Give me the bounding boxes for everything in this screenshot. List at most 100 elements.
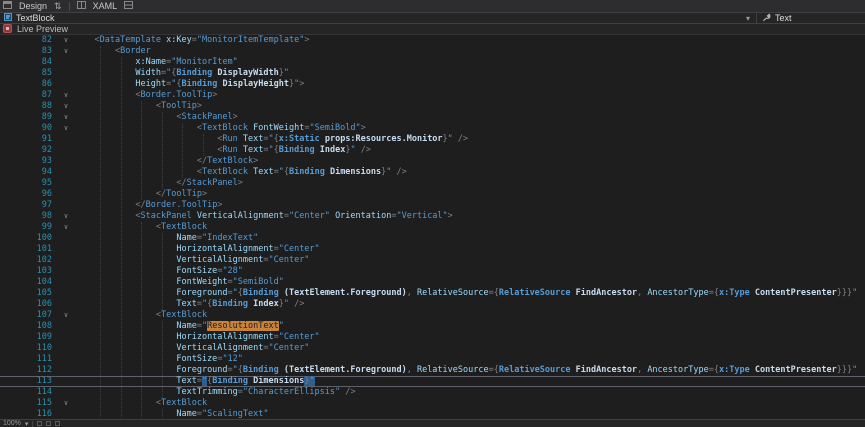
code-line[interactable]: 85 Width="{Binding DisplayWidth}" xyxy=(0,68,865,79)
fold-chevron-icon[interactable]: ∨ xyxy=(58,211,74,222)
code-line[interactable]: 91 <Run Text="{x:Static props:Resources.… xyxy=(0,134,865,145)
code-text: <Border.ToolTip> xyxy=(74,90,865,101)
code-line[interactable]: 102 VerticalAlignment="Center" xyxy=(0,255,865,266)
line-number: 100 xyxy=(0,233,58,244)
code-line[interactable]: 107∨ <TextBlock xyxy=(0,310,865,321)
line-number: 103 xyxy=(0,266,58,277)
line-number: 108 xyxy=(0,321,58,332)
code-line[interactable]: 82∨ <DataTemplate x:Key="MonitorItemTemp… xyxy=(0,35,865,46)
code-text: <TextBlock Text="{Binding Dimensions}" /… xyxy=(74,167,865,178)
navigation-bar: TextBlock ▾ Text xyxy=(0,13,865,24)
code-text: Foreground="{Binding (TextElement.Foregr… xyxy=(74,288,865,299)
fold-chevron-icon[interactable]: ∨ xyxy=(58,35,74,46)
code-line[interactable]: 110 VerticalAlignment="Center" xyxy=(0,343,865,354)
line-number: 110 xyxy=(0,343,58,354)
line-number: 116 xyxy=(0,409,58,419)
code-line[interactable]: 93 </TextBlock> xyxy=(0,156,865,167)
swap-panes-icon[interactable]: ⇅ xyxy=(54,1,62,12)
line-number: 90 xyxy=(0,123,58,134)
code-line[interactable]: 88∨ <ToolTip> xyxy=(0,101,865,112)
fold-margin xyxy=(58,145,74,156)
code-text: x:Name="MonitorItem" xyxy=(74,57,865,68)
code-text: <Border xyxy=(74,46,865,57)
fold-chevron-icon[interactable]: ∨ xyxy=(58,398,74,409)
line-number: 109 xyxy=(0,332,58,343)
code-line[interactable]: 86 Height="{Binding DisplayHeight}"> xyxy=(0,79,865,90)
code-line[interactable]: 98∨ <StackPanel VerticalAlignment="Cente… xyxy=(0,211,865,222)
code-line[interactable]: 90∨ <TextBlock FontWeight="SemiBold"> xyxy=(0,123,865,134)
design-tab[interactable]: Design xyxy=(17,1,49,11)
code-line[interactable]: 96 </ToolTip> xyxy=(0,189,865,200)
wrench-icon xyxy=(762,13,771,24)
fold-margin xyxy=(58,409,74,419)
member-dropdown[interactable]: Text xyxy=(757,13,865,23)
code-text: FontSize="28" xyxy=(74,266,865,277)
code-line[interactable]: 116 Name="ScalingText" xyxy=(0,409,865,419)
line-number: 114 xyxy=(0,387,58,398)
code-line[interactable]: 109 HorizontalAlignment="Center" xyxy=(0,332,865,343)
line-number: 101 xyxy=(0,244,58,255)
code-line[interactable]: 111 FontSize="12" xyxy=(0,354,865,365)
code-line[interactable]: 101 HorizontalAlignment="Center" xyxy=(0,244,865,255)
code-text: <TextBlock xyxy=(74,222,865,233)
element-dropdown[interactable]: TextBlock ▾ xyxy=(0,13,757,23)
statusbar: 100% ▾ xyxy=(0,419,865,427)
code-line[interactable]: 100 Name="IndexText" xyxy=(0,233,865,244)
line-number: 112 xyxy=(0,365,58,376)
divider xyxy=(69,2,70,11)
statusbar-icon[interactable] xyxy=(46,421,51,426)
code-line[interactable]: 89∨ <StackPanel> xyxy=(0,112,865,123)
code-line[interactable]: 92 <Run Text="{Binding Index}" /> xyxy=(0,145,865,156)
fold-margin xyxy=(58,343,74,354)
line-number: 91 xyxy=(0,134,58,145)
fold-chevron-icon[interactable]: ∨ xyxy=(58,46,74,57)
code-text: <TextBlock xyxy=(74,398,865,409)
line-number: 104 xyxy=(0,277,58,288)
fold-chevron-icon[interactable]: ∨ xyxy=(58,222,74,233)
code-text: <TextBlock FontWeight="SemiBold"> xyxy=(74,123,865,134)
code-line[interactable]: 97 </Border.ToolTip> xyxy=(0,200,865,211)
chevron-down-icon: ▾ xyxy=(746,14,752,23)
code-line[interactable]: 95 </StackPanel> xyxy=(0,178,865,189)
zoom-chevron-icon[interactable]: ▾ xyxy=(25,420,29,427)
code-line[interactable]: 83∨ <Border xyxy=(0,46,865,57)
code-line[interactable]: 115∨ <TextBlock xyxy=(0,398,865,409)
fold-margin xyxy=(58,266,74,277)
member-dropdown-label: Text xyxy=(775,13,792,23)
live-preview-label[interactable]: Live Preview xyxy=(17,24,68,34)
fold-margin xyxy=(58,277,74,288)
fold-chevron-icon[interactable]: ∨ xyxy=(58,101,74,112)
code-line[interactable]: 113 Text="{Binding Dimensions}" xyxy=(0,376,865,387)
fold-margin xyxy=(58,365,74,376)
code-line[interactable]: 104 FontWeight="SemiBold" xyxy=(0,277,865,288)
code-line[interactable]: 84 x:Name="MonitorItem" xyxy=(0,57,865,68)
code-line[interactable]: 105 Foreground="{Binding (TextElement.Fo… xyxy=(0,288,865,299)
zoom-level[interactable]: 100% xyxy=(3,420,21,427)
xaml-code-editor[interactable]: 82∨ <DataTemplate x:Key="MonitorItemTemp… xyxy=(0,35,865,419)
live-preview-icon[interactable] xyxy=(3,24,12,35)
code-line[interactable]: 103 FontSize="28" xyxy=(0,266,865,277)
fold-chevron-icon[interactable]: ∨ xyxy=(58,90,74,101)
vertical-split-icon[interactable] xyxy=(124,1,133,11)
code-line[interactable]: 108 Name="ResolutionText" xyxy=(0,321,865,332)
code-line[interactable]: 112 Foreground="{Binding (TextElement.Fo… xyxy=(0,365,865,376)
code-line[interactable]: 99∨ <TextBlock xyxy=(0,222,865,233)
statusbar-icon[interactable] xyxy=(55,421,60,426)
fold-chevron-icon[interactable]: ∨ xyxy=(58,112,74,123)
code-text: </ToolTip> xyxy=(74,189,865,200)
fold-chevron-icon[interactable]: ∨ xyxy=(58,310,74,321)
line-number: 85 xyxy=(0,68,58,79)
line-number: 92 xyxy=(0,145,58,156)
fold-margin xyxy=(58,134,74,145)
code-line[interactable]: 106 Text="{Binding Index}" /> xyxy=(0,299,865,310)
code-line[interactable]: 87∨ <Border.ToolTip> xyxy=(0,90,865,101)
pane-icon[interactable] xyxy=(3,1,12,11)
fold-margin xyxy=(58,233,74,244)
code-line[interactable]: 114 TextTrimming="CharacterEllipsis" /> xyxy=(0,387,865,398)
line-number: 113 xyxy=(0,376,58,387)
xaml-tab[interactable]: XAML xyxy=(91,1,120,11)
fold-chevron-icon[interactable]: ∨ xyxy=(58,123,74,134)
split-view-icon[interactable] xyxy=(77,1,86,11)
code-line[interactable]: 94 <TextBlock Text="{Binding Dimensions}… xyxy=(0,167,865,178)
statusbar-icon[interactable] xyxy=(37,421,42,426)
